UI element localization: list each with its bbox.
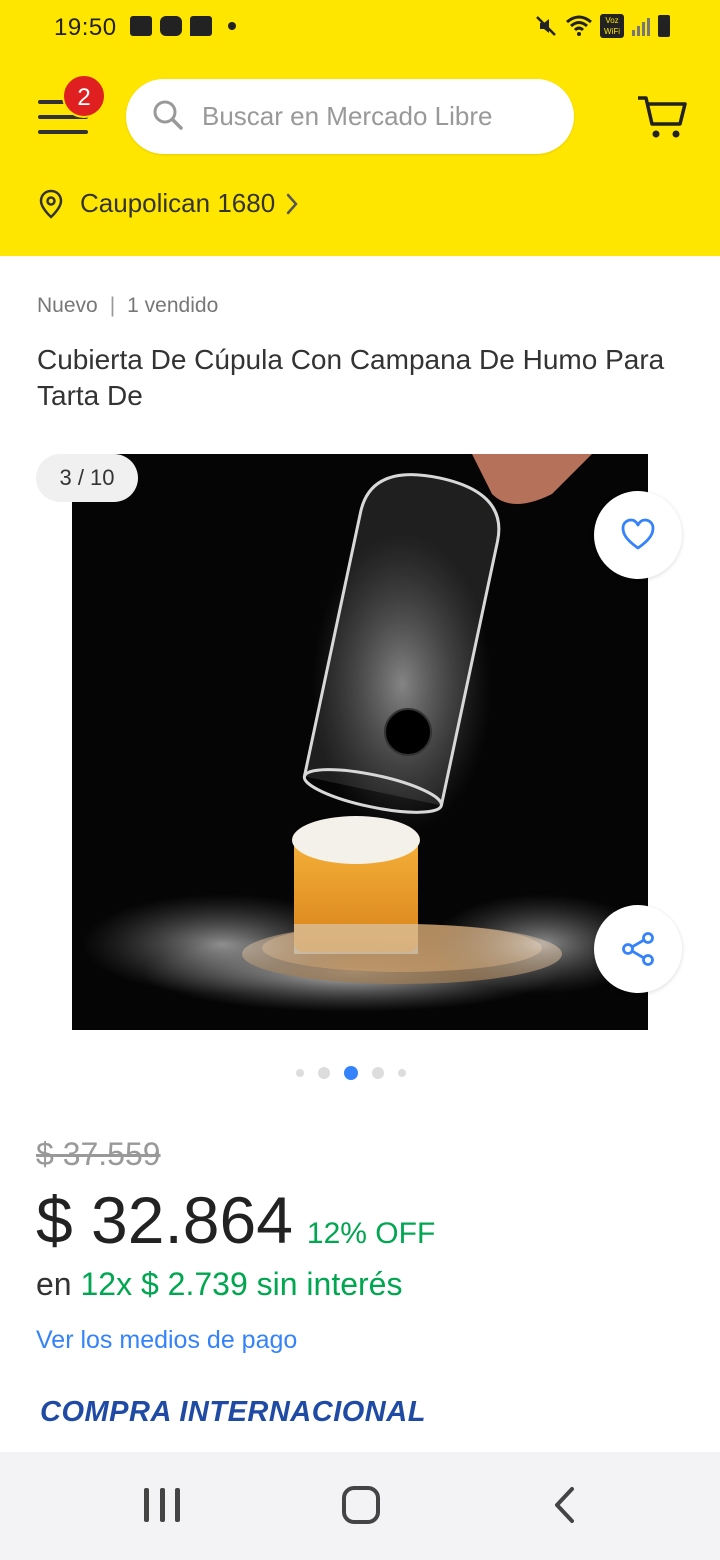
heart-icon	[621, 518, 655, 550]
favorite-button[interactable]	[594, 491, 682, 579]
pagination-dot	[318, 1067, 330, 1079]
system-nav-bar	[0, 1452, 720, 1560]
current-price: $ 32.864	[36, 1183, 293, 1257]
recent-apps-button[interactable]	[144, 1488, 180, 1522]
status-bar: 19:50 Voz WiFi	[0, 0, 720, 56]
international-purchase-label: COMPRA INTERNACIONAL	[40, 1396, 426, 1428]
location-pin-icon	[39, 189, 63, 219]
product-photo	[72, 454, 648, 1030]
share-button[interactable]	[594, 905, 682, 993]
notification-badge: 2	[62, 74, 106, 118]
pagination-dot	[296, 1069, 304, 1077]
location-text: Caupolican 1680	[80, 188, 276, 218]
sold-count: 1 vendido	[127, 294, 219, 317]
status-left-icons	[130, 16, 236, 36]
image-counter: 3 / 10	[36, 454, 138, 502]
original-price: $ 37.559	[36, 1136, 161, 1172]
signal-icon	[632, 16, 650, 36]
product-condition: Nuevo | 1 vendido	[37, 294, 218, 318]
share-icon	[622, 932, 654, 966]
discount-label: 12% OFF	[306, 1217, 436, 1250]
search-placeholder: Buscar en Mercado Libre	[202, 101, 493, 131]
separator: |	[109, 294, 116, 317]
location-selector[interactable]: Caupolican 1680	[38, 188, 299, 219]
youtube-icon	[160, 16, 182, 36]
product-image[interactable]	[72, 454, 648, 1030]
battery-icon	[658, 15, 670, 37]
gallery-pagination	[296, 1066, 406, 1080]
pagination-dot	[398, 1069, 406, 1077]
price-row: $ 32.864 12% OFF	[36, 1182, 435, 1258]
gallery-icon	[130, 16, 152, 36]
installments-prefix: en	[36, 1266, 72, 1302]
wifi-icon	[566, 15, 592, 36]
condition-label: Nuevo	[37, 294, 98, 317]
search-icon	[153, 100, 183, 130]
mute-icon	[536, 16, 556, 36]
installments-value: 12x $ 2.739 sin interés	[80, 1266, 403, 1302]
search-input[interactable]: Buscar en Mercado Libre	[126, 79, 574, 154]
message-icon	[190, 16, 212, 36]
chevron-right-icon	[286, 193, 298, 214]
back-button[interactable]	[552, 1486, 576, 1524]
dot-icon	[228, 22, 236, 30]
home-button[interactable]	[342, 1486, 380, 1524]
installments: en 12x $ 2.739 sin interés	[36, 1266, 402, 1303]
status-right-icons: Voz WiFi	[534, 14, 670, 38]
pagination-dot	[372, 1067, 384, 1079]
status-time: 19:50	[54, 14, 117, 41]
payment-methods-link[interactable]: Ver los medios de pago	[36, 1326, 297, 1355]
pagination-dot-active	[344, 1066, 358, 1080]
header: 2 Buscar en Mercado Libre Caupolican 168…	[0, 56, 720, 256]
voz-wifi-icon: Voz WiFi	[600, 14, 624, 38]
cart-icon[interactable]	[636, 92, 688, 140]
product-title: Cubierta De Cúpula Con Campana De Humo P…	[37, 344, 665, 411]
